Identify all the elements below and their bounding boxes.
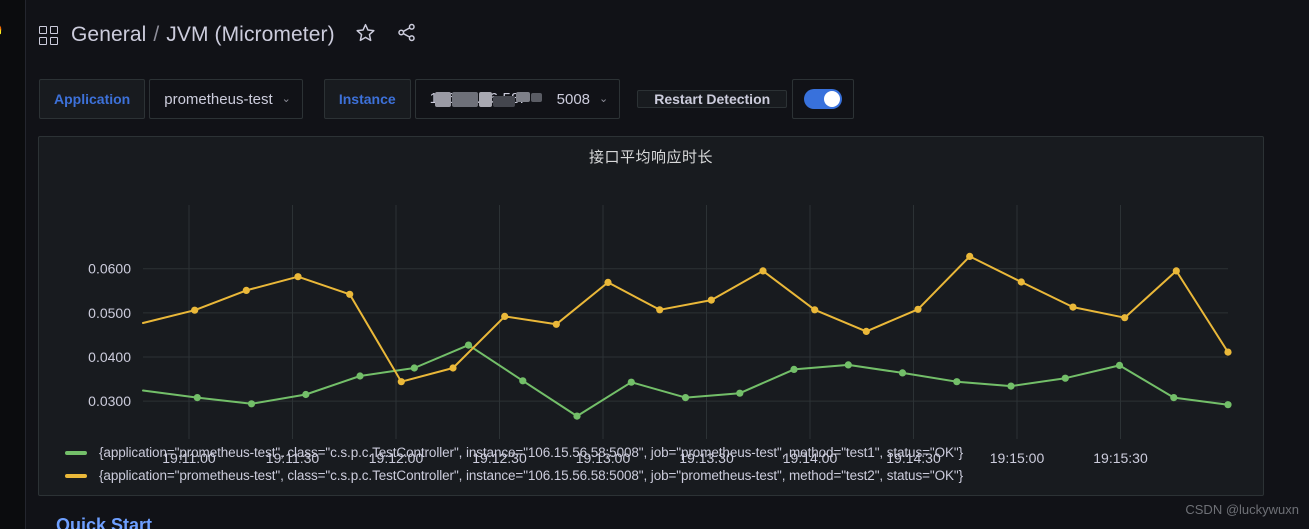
chart-data-point[interactable]	[1007, 382, 1015, 390]
watermark: CSDN @luckywuxn	[1185, 502, 1299, 517]
y-axis-tick-label: 0.0500	[88, 305, 131, 321]
y-axis-tick-label: 0.0300	[88, 393, 131, 409]
variable-instance-value-suffix: 5008	[556, 90, 591, 108]
variable-instance: Instance 106.15.56.58: 5008 ⌄	[323, 79, 621, 119]
chart-data-point[interactable]	[356, 372, 364, 380]
toggle-track	[804, 89, 843, 109]
dashboard-grid-icon	[39, 25, 58, 45]
chart-data-point[interactable]	[302, 390, 310, 399]
chart-data-point[interactable]	[1224, 348, 1232, 356]
chevron-down-icon: ⌄	[599, 92, 609, 105]
chart-data-point[interactable]	[519, 377, 527, 385]
chart-data-point[interactable]	[410, 364, 418, 372]
restart-detection-label[interactable]: Restart Detection	[637, 90, 788, 108]
variable-instance-masked-value: 106.15.56.58:	[430, 91, 548, 108]
chart-data-point[interactable]	[1172, 267, 1180, 275]
chart-data-point[interactable]	[811, 306, 819, 314]
chart-data-point[interactable]	[1121, 314, 1129, 322]
chart-data-point[interactable]	[573, 412, 581, 420]
restart-detection-toggle[interactable]	[792, 79, 855, 119]
chart-data-point[interactable]	[1224, 401, 1232, 409]
legend-label: {application="prometheus-test", class="c…	[99, 468, 963, 483]
chart-legend: {application="prometheus-test", class="c…	[39, 445, 1263, 483]
chart-plot-area: 0.0300 0.0400 0.0500 0.0600 19:11:00 19:11:30…	[39, 171, 1265, 463]
toggle-knob	[824, 91, 841, 107]
panel-title: 接口平均响应时长	[588, 149, 713, 166]
chart-data-point[interactable]	[604, 278, 612, 286]
variable-instance-select[interactable]: 106.15.56.58: 5008 ⌄	[414, 79, 621, 119]
chart-data-point[interactable]	[966, 252, 974, 260]
chart-data-point[interactable]	[914, 305, 922, 313]
chart-data-point[interactable]	[464, 341, 473, 349]
timeseries-panel: 接口平均响应时长 0.0300 0.0400 0.0500 0.0600 19:11:0…	[38, 136, 1264, 496]
legend-item[interactable]: {application="prometheus-test", class="c…	[65, 445, 1263, 460]
chart-data-point[interactable]	[294, 273, 302, 281]
grafana-dashboard: General / JVM (Micrometer) Application p…	[0, 0, 1309, 529]
chart-data-point[interactable]	[1115, 361, 1124, 369]
chart-svg: 0.03000.04000.05000.060019:11:00 19:11:30…	[88, 205, 1232, 463]
variable-application: Application prometheus-test ⌄	[39, 79, 303, 119]
chart-data-point[interactable]	[898, 369, 907, 377]
chevron-down-icon: ⌄	[281, 92, 291, 105]
chart-data-point[interactable]	[681, 394, 690, 402]
chart-data-point[interactable]	[247, 400, 256, 408]
chart-data-point[interactable]	[953, 378, 961, 386]
breadcrumb-dashboard-title[interactable]: JVM (Micrometer)	[166, 23, 334, 47]
legend-color-swatch	[65, 450, 87, 455]
chart-data-point[interactable]	[736, 389, 744, 397]
variable-instance-label: Instance	[323, 79, 411, 119]
chart-data-point[interactable]	[844, 361, 852, 369]
left-nav-rail	[0, 0, 26, 529]
chart-data-point[interactable]	[1170, 394, 1178, 402]
chart-data-point[interactable]	[656, 306, 664, 314]
breadcrumb-folder[interactable]: General	[71, 23, 146, 47]
star-icon[interactable]	[355, 22, 376, 48]
chart-data-point[interactable]	[191, 306, 199, 314]
breadcrumb-separator: /	[153, 23, 160, 46]
chart-data-point[interactable]	[501, 312, 509, 320]
variable-application-value: prometheus-test	[164, 90, 273, 108]
chart-data-point[interactable]	[1069, 303, 1077, 311]
legend-color-swatch	[65, 473, 87, 478]
chart-data-point[interactable]	[1017, 278, 1025, 286]
chart-data-point[interactable]	[707, 296, 715, 304]
variable-application-label: Application	[39, 79, 146, 119]
chart-data-point[interactable]	[552, 320, 560, 328]
chart-data-point[interactable]	[193, 394, 201, 402]
chart-data-point[interactable]	[862, 327, 870, 335]
legend-label: {application="prometheus-test", class="c…	[99, 445, 963, 460]
grafana-logo-icon[interactable]	[0, 22, 14, 48]
legend-item[interactable]: {application="prometheus-test", class="c…	[65, 468, 1263, 483]
share-icon[interactable]	[396, 22, 417, 48]
chart-data-point[interactable]	[790, 365, 798, 373]
chart-data-point[interactable]	[627, 378, 635, 386]
quick-start-link[interactable]: Quick Start	[56, 516, 152, 529]
y-axis-tick-label: 0.0400	[88, 349, 131, 365]
variable-application-select[interactable]: prometheus-test ⌄	[149, 79, 303, 119]
chart-series-line	[142, 255, 1229, 383]
dashboard-header: General / JVM (Micrometer)	[27, 0, 1309, 70]
chart-data-point[interactable]	[1061, 374, 1069, 382]
y-axis-tick-label: 0.0600	[88, 261, 131, 277]
chart-data-point[interactable]	[397, 378, 405, 386]
chart-data-point[interactable]	[449, 364, 457, 372]
variable-toolbar: Application prometheus-test ⌄ Instance 1…	[39, 79, 855, 119]
chart-data-point[interactable]	[759, 267, 767, 275]
chart-data-point[interactable]	[346, 290, 354, 298]
chart-data-point[interactable]	[242, 286, 250, 294]
